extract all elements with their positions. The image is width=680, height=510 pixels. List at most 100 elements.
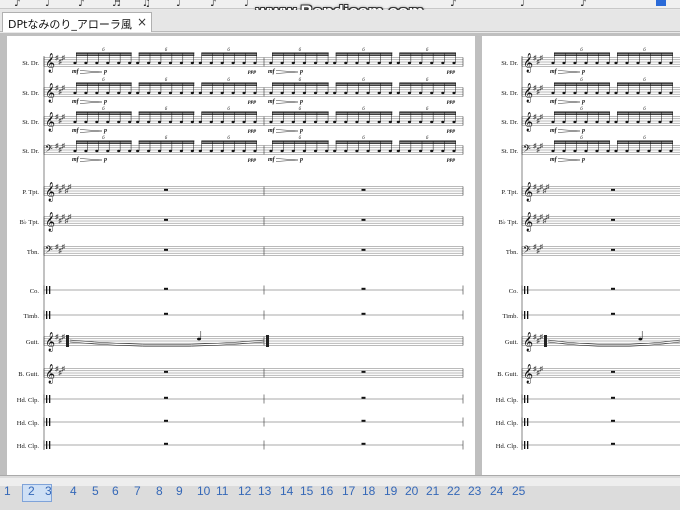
dynamic-mf: mf <box>268 99 276 105</box>
notehead <box>614 61 618 65</box>
rest-icon[interactable]: ♪ <box>210 0 216 9</box>
score-canvas[interactable]: St. Dr. 𝄞 ♯ ♯ ♯ 6 6 6 mf p ppp 6 6 6 mf p ppp St. Dr. 𝄞 ♯ ♯ ♯… <box>0 33 680 475</box>
dynamic-ppp: ppp <box>446 99 456 105</box>
notehead <box>84 91 88 95</box>
measure-number-6[interactable]: 6 <box>112 484 119 498</box>
measure-number-11[interactable]: 11 <box>216 484 228 498</box>
dotted-note-icon[interactable]: ♩ <box>176 0 181 9</box>
notehead <box>333 61 337 65</box>
notehead <box>179 61 183 65</box>
notehead <box>95 61 99 65</box>
measure-number-12[interactable]: 12 <box>238 484 251 498</box>
measure-number-20[interactable]: 20 <box>405 484 418 498</box>
tuplet-number: 6 <box>165 107 168 112</box>
thirty-second-note-icon[interactable]: ♫ <box>142 0 151 9</box>
measure-number-10[interactable]: 10 <box>197 484 210 498</box>
notehead <box>647 91 651 95</box>
tuplet-number: 6 <box>102 78 105 83</box>
notehead <box>636 120 640 124</box>
tie-icon[interactable]: ♩ <box>244 0 249 9</box>
tuplet-number: 6 <box>643 48 646 53</box>
score-tab[interactable]: DPtなみのり_アローラ風(？)* × <box>2 12 152 47</box>
measure-number-22[interactable]: 22 <box>447 484 460 498</box>
staff-6: B♭ Tpt. 𝄞 ♯ ♯ ♯ ♯ ♯ <box>498 212 680 232</box>
notehead <box>220 61 224 65</box>
staff-3: St. Dr. 𝄞 ♯ ♯ ♯6 6mf p <box>501 107 680 134</box>
whole-rest-icon <box>611 218 615 221</box>
measure-number-18[interactable]: 18 <box>362 484 375 498</box>
hairpin <box>79 129 103 132</box>
measure-number-7[interactable]: 7 <box>134 484 141 498</box>
tuplet-number: 6 <box>227 78 230 83</box>
notehead <box>291 61 295 65</box>
measure-number-15[interactable]: 15 <box>300 484 313 498</box>
notehead <box>269 61 273 65</box>
dynamic-mf: mf <box>72 99 80 105</box>
notehead <box>220 91 224 95</box>
measure-number-4[interactable]: 4 <box>70 484 77 498</box>
quarter-note-icon[interactable]: ♩ <box>45 0 50 9</box>
sharp-icon: ♯ <box>539 113 543 121</box>
measure-number-3[interactable]: 3 <box>45 484 52 498</box>
voice-1-icon[interactable] <box>656 0 666 6</box>
sixteenth-note-icon[interactable]: ♬ <box>112 0 121 9</box>
note-input-icon[interactable]: ♪ <box>14 0 20 9</box>
instrument-label: Guit. <box>26 339 40 346</box>
notehead <box>325 120 329 124</box>
notehead <box>136 120 140 124</box>
measure-number-13[interactable]: 13 <box>258 484 271 498</box>
notehead <box>313 149 318 153</box>
notehead <box>168 149 173 153</box>
measure-number-17[interactable]: 17 <box>342 484 355 498</box>
measure-number-24[interactable]: 24 <box>490 484 503 498</box>
instrument-label: Co. <box>509 288 519 295</box>
notehead <box>636 61 640 65</box>
instrument-label: B. Guit. <box>18 371 39 378</box>
measure-number-19[interactable]: 19 <box>384 484 397 498</box>
flip-icon[interactable]: ♩ <box>520 0 525 9</box>
tuplet-number: 6 <box>580 136 583 141</box>
beam <box>272 84 329 86</box>
eighth-note-icon[interactable]: ♪ <box>78 0 84 9</box>
percussion-clef-icon <box>46 441 48 449</box>
accent-icon[interactable]: ♪ <box>580 0 586 9</box>
dynamic-p: p <box>103 157 107 163</box>
measure-number-21[interactable]: 21 <box>426 484 439 498</box>
sharp-icon: ♯ <box>61 54 65 62</box>
measure-number-25[interactable]: 25 <box>512 484 525 498</box>
sharp-icon: ♯ <box>539 333 543 341</box>
measure-number-23[interactable]: 23 <box>468 484 481 498</box>
notehead <box>669 61 673 65</box>
notehead <box>253 91 257 95</box>
whole-rest-icon <box>361 312 366 315</box>
instrument-label: Hd. Clp. <box>496 397 519 404</box>
voice-icon[interactable]: ♪ <box>450 0 456 9</box>
navigator-panel[interactable]: 1 2 3 4 5 6 7 8 9 10 11 12 13 14 15 16 17 18 19 20 21 22 23 24 2… <box>0 475 680 510</box>
measure-number-1[interactable]: 1 <box>4 484 11 498</box>
measure-number-2[interactable]: 2 <box>28 484 35 498</box>
score-system-1[interactable]: St. Dr. 𝄞 ♯ ♯ ♯6 6 6mf p ppp6 6 6mf p pppSt. Dr. 𝄞 ♯ ♯ ♯… <box>7 36 475 475</box>
measure-number-5[interactable]: 5 <box>92 484 99 498</box>
tuplet-number: 6 <box>426 136 429 141</box>
score-system-2[interactable]: St. Dr. 𝄞 ♯ ♯ ♯ 6 6 mf p St. Dr. 𝄞 ♯ ♯ ♯ 6 6 mf p St. Dr. 𝄞… <box>482 36 680 475</box>
beam <box>554 84 610 86</box>
gliss-line <box>547 339 680 345</box>
notehead <box>280 61 284 65</box>
staff-1: St. Dr. 𝄞 ♯ ♯ ♯6 6mf p <box>501 48 680 75</box>
close-tab-icon[interactable]: × <box>137 15 147 29</box>
notehead <box>269 91 273 95</box>
hairpin <box>79 159 103 162</box>
notehead <box>333 149 337 153</box>
treble-clef-icon: 𝄞 <box>45 112 55 132</box>
measure-number-16[interactable]: 16 <box>320 484 333 498</box>
measure-number-14[interactable]: 14 <box>280 484 293 498</box>
percussion-clef-icon <box>49 286 51 294</box>
notehead <box>419 120 423 124</box>
instrument-label: Tbn. <box>27 249 39 256</box>
measure-number-9[interactable]: 9 <box>176 484 183 498</box>
measure-number-8[interactable]: 8 <box>156 484 163 498</box>
treble-clef-icon: 𝄞 <box>523 83 533 103</box>
tuplet-number: 6 <box>426 78 429 83</box>
notehead <box>231 61 235 65</box>
hairpin <box>275 159 299 162</box>
